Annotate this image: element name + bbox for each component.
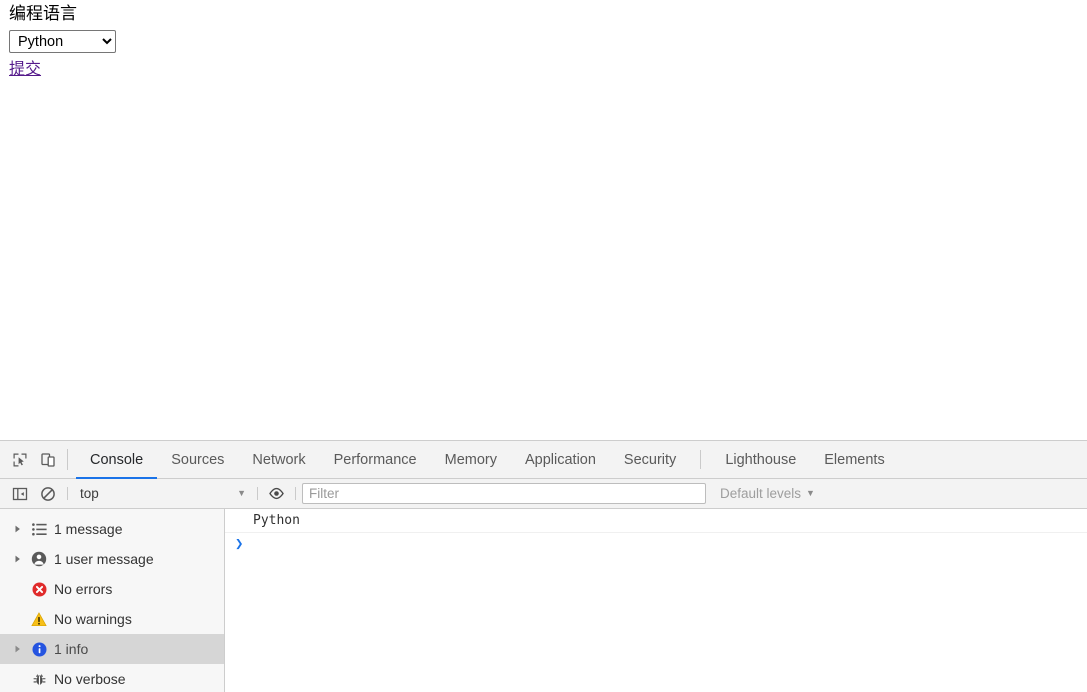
- chevron-down-icon: ▼: [806, 488, 815, 498]
- tab-security[interactable]: Security: [610, 441, 690, 478]
- submit-link-wrapper: 提交: [0, 53, 1087, 79]
- log-levels-label: Default levels: [720, 486, 802, 501]
- sidebar-item-info[interactable]: 1 info: [0, 634, 224, 664]
- web-page-content: 编程语言 Python 提交: [0, 0, 1087, 440]
- submit-link[interactable]: 提交: [9, 59, 41, 78]
- console-input-prompt[interactable]: ❯: [225, 533, 1087, 559]
- sidebar-item-label: 1 user message: [54, 551, 154, 567]
- tab-console[interactable]: Console: [76, 441, 158, 479]
- tab-label: Network: [252, 451, 306, 468]
- console-body: 1 message 1 user message No errors No wa…: [0, 509, 1087, 692]
- live-expression-eye-icon[interactable]: [262, 480, 290, 508]
- clear-console-icon[interactable]: [34, 480, 62, 508]
- filterbar-divider-2: [257, 487, 258, 500]
- tab-performance[interactable]: Performance: [320, 441, 431, 478]
- console-sidebar: 1 message 1 user message No errors No wa…: [0, 509, 225, 692]
- tab-elements[interactable]: Elements: [810, 441, 898, 478]
- tab-network[interactable]: Network: [238, 441, 319, 478]
- execution-context-label: top: [80, 486, 99, 501]
- expand-arrow-icon[interactable]: [10, 525, 26, 533]
- language-select-wrapper: Python: [0, 25, 1087, 53]
- console-filter-toolbar: top ▼ Default levels ▼: [0, 479, 1087, 509]
- language-select[interactable]: Python: [9, 30, 116, 53]
- tab-application[interactable]: Application: [511, 441, 610, 478]
- info-icon: [26, 642, 52, 657]
- sidebar-item-label: No warnings: [54, 611, 132, 627]
- user-icon: [26, 551, 52, 567]
- tab-label: Application: [524, 451, 596, 468]
- log-levels-selector[interactable]: Default levels ▼: [715, 484, 820, 503]
- console-message-text: Python: [253, 513, 300, 528]
- tab-label: Console: [90, 451, 144, 468]
- tab-label: Sources: [171, 451, 225, 468]
- sidebar-item-verbose[interactable]: No verbose: [0, 664, 224, 692]
- devtools-toolbar-icons: [0, 441, 76, 478]
- sidebar-item-label: No errors: [54, 581, 113, 597]
- tab-sources[interactable]: Sources: [157, 441, 238, 478]
- sidebar-item-user-messages[interactable]: 1 user message: [0, 544, 224, 574]
- sidebar-item-label: No verbose: [54, 671, 126, 687]
- devtools-tab-list: Console Sources Network Performance Memo…: [76, 441, 899, 479]
- list-icon: [26, 522, 52, 536]
- warning-icon: [26, 611, 52, 627]
- tab-memory[interactable]: Memory: [431, 441, 511, 478]
- console-input-line[interactable]: [243, 537, 1087, 553]
- tab-group-divider: [700, 450, 702, 469]
- inspect-element-icon[interactable]: [6, 446, 34, 474]
- console-message-row[interactable]: Python: [225, 509, 1087, 533]
- sidebar-item-messages[interactable]: 1 message: [0, 514, 224, 544]
- sidebar-item-label: 1 message: [54, 521, 123, 537]
- error-icon: [26, 582, 52, 597]
- verbose-bug-icon: [26, 672, 52, 687]
- expand-arrow-icon[interactable]: [10, 645, 26, 653]
- devtools-tabbar: Console Sources Network Performance Memo…: [0, 441, 1087, 479]
- tab-label: Elements: [824, 451, 885, 468]
- tab-label: Performance: [333, 451, 417, 468]
- execution-context-selector[interactable]: top ▼: [72, 483, 252, 505]
- tab-label: Lighthouse: [725, 451, 797, 468]
- expand-arrow-icon[interactable]: [10, 555, 26, 563]
- chevron-down-icon: ▼: [237, 488, 246, 498]
- filter-input[interactable]: [302, 483, 706, 504]
- filterbar-divider-1: [67, 487, 68, 500]
- device-toolbar-icon[interactable]: [34, 446, 62, 474]
- sidebar-item-errors[interactable]: No errors: [0, 574, 224, 604]
- toolbar-divider: [67, 449, 68, 470]
- tab-label: Memory: [444, 451, 497, 468]
- tab-lighthouse[interactable]: Lighthouse: [711, 441, 810, 478]
- console-output: Python ❯: [225, 509, 1087, 692]
- filterbar-divider-3: [295, 487, 296, 500]
- tab-label: Security: [623, 451, 677, 468]
- sidebar-item-label: 1 info: [54, 641, 89, 657]
- devtools-panel: Console Sources Network Performance Memo…: [0, 440, 1087, 692]
- prompt-caret-icon: ❯: [235, 536, 244, 552]
- sidebar-item-warnings[interactable]: No warnings: [0, 604, 224, 634]
- console-sidebar-toggle-icon[interactable]: [6, 480, 34, 508]
- page-title: 编程语言: [9, 4, 77, 24]
